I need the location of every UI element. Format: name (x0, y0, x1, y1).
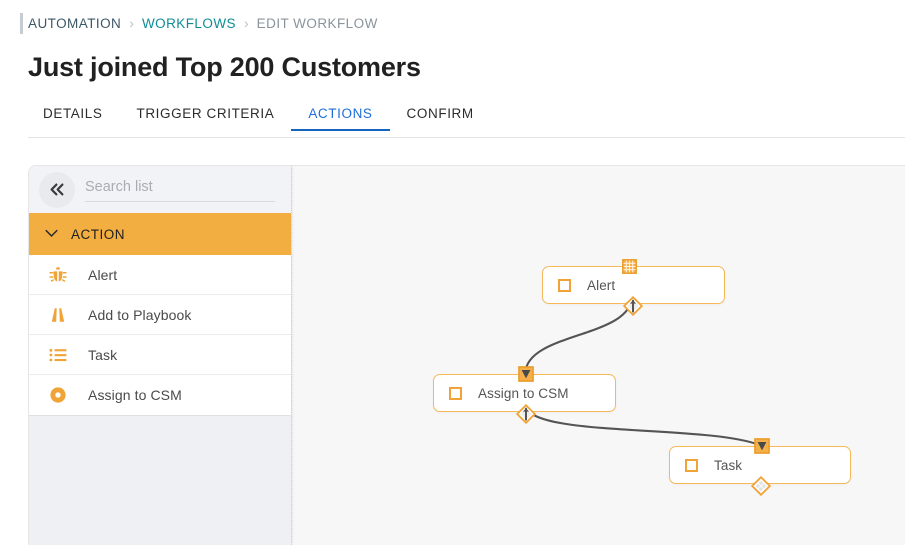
chevron-double-left-icon (49, 183, 66, 196)
node-square-icon (558, 278, 571, 292)
palette-item-label: Add to Playbook (88, 306, 192, 323)
node-task-input-port[interactable] (754, 438, 770, 454)
node-csm-output-port[interactable] (516, 404, 536, 424)
node-alert-input-port[interactable] (622, 259, 637, 274)
tab-bar: DETAILS TRIGGER CRITERIA ACTIONS CONFIRM (28, 106, 905, 138)
node-csm-input-port[interactable] (518, 366, 534, 382)
search-input[interactable] (85, 177, 275, 197)
tab-actions[interactable]: ACTIONS (291, 106, 390, 131)
chevron-down-icon (45, 225, 58, 243)
palette-item-label: Assign to CSM (88, 387, 182, 403)
road-icon (45, 305, 71, 325)
node-label: Task (714, 457, 743, 473)
node-task-output-port[interactable] (751, 476, 771, 496)
breadcrumb-separator: › (244, 15, 249, 31)
node-square-icon (449, 386, 462, 400)
palette-item-assign-to-csm[interactable]: Assign to CSM (29, 375, 291, 415)
palette-group-label: ACTION (71, 226, 126, 242)
workflow-editor-card: ACTION (28, 165, 905, 545)
palette-header (29, 166, 291, 213)
page-title: Just joined Top 200 Customers (28, 52, 421, 82)
breadcrumb-item-workflows[interactable]: WORKFLOWS (142, 16, 236, 31)
palette-item-task[interactable]: Task (29, 335, 291, 375)
record-circle-icon (45, 385, 71, 405)
node-alert-output-port[interactable] (623, 296, 643, 316)
edge-alert-to-csm (524, 294, 633, 375)
palette-item-add-to-playbook[interactable]: Add to Playbook (29, 295, 291, 335)
collapse-panel-button[interactable] (39, 171, 75, 208)
breadcrumb: AUTOMATION › WORKFLOWS › EDIT WORKFLOW (0, 12, 905, 34)
tab-details[interactable]: DETAILS (28, 106, 119, 131)
search-field-wrapper (85, 177, 275, 202)
palette-item-alert[interactable]: Alert (29, 255, 291, 295)
tab-trigger-criteria[interactable]: TRIGGER CRITERIA (119, 106, 291, 131)
palette-item-label: Task (88, 346, 118, 363)
palette-item-label: Alert (88, 266, 118, 283)
palette-item-list: Alert Add to Playbook Task Assign to CSM (29, 255, 291, 416)
list-icon (45, 345, 71, 365)
breadcrumb-item-edit-workflow: EDIT WORKFLOW (256, 15, 378, 31)
node-square-icon (685, 458, 698, 472)
tab-confirm[interactable]: CONFIRM (390, 106, 491, 131)
workflow-canvas[interactable]: Alert Assign to CSM Task (291, 166, 905, 545)
breadcrumb-item-automation[interactable]: AUTOMATION (28, 16, 121, 31)
bug-icon (45, 265, 71, 285)
node-label: Alert (587, 277, 616, 293)
palette-group-action[interactable]: ACTION (29, 213, 291, 255)
workflow-edges-layer (524, 294, 761, 447)
node-label: Assign to CSM (478, 385, 569, 401)
breadcrumb-separator: › (129, 15, 134, 31)
action-palette-sidebar: ACTION (29, 166, 291, 545)
